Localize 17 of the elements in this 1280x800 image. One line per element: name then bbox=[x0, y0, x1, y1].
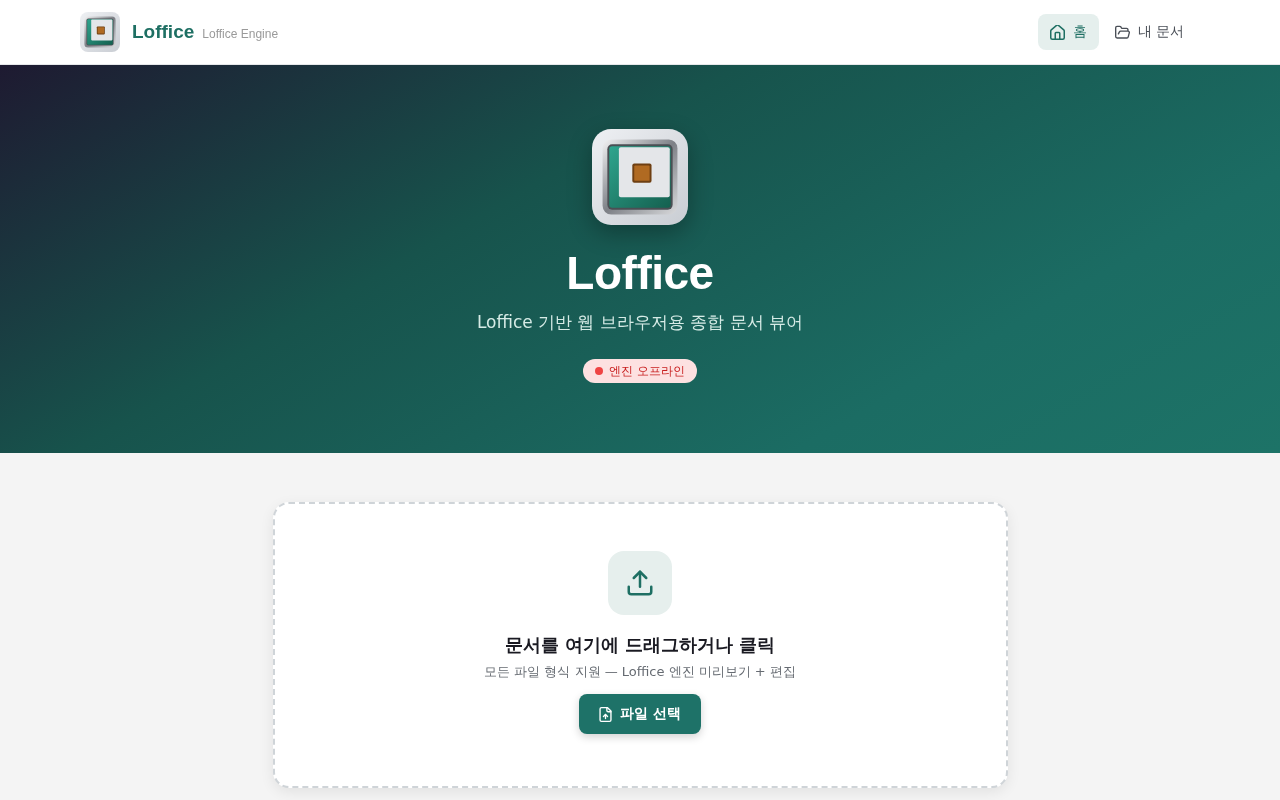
nav-tab[interactable]: 내 문서 bbox=[1102, 14, 1196, 50]
brand-name: Loffice bbox=[132, 21, 195, 43]
drop-title: 문서를 여기에 드래그하거나 클릭 bbox=[504, 633, 776, 657]
upload-icon bbox=[608, 551, 672, 615]
folder-icon bbox=[1114, 24, 1130, 40]
drop-zone[interactable]: 문서를 여기에 드래그하거나 클릭 모든 파일 형식 지원 — Loffice 엔진 미리보기 + 편집 파일 선택 bbox=[272, 502, 1008, 788]
home-icon bbox=[1049, 24, 1065, 40]
brand-subtitle: Loffice Engine bbox=[202, 27, 279, 41]
hero-tagline: Loffice 기반 웹 브라우저용 종합 문서 뷰어 bbox=[476, 311, 804, 334]
status-label: 엔진 오프라인 bbox=[609, 362, 685, 380]
nav-tab[interactable]: 홈 bbox=[1037, 14, 1099, 50]
choose-file-button[interactable]: 파일 선택 bbox=[579, 694, 701, 734]
drop-hint: 모든 파일 형식 지원 — Loffice 엔진 미리보기 + 편집 bbox=[484, 663, 796, 681]
logo-icon bbox=[80, 12, 120, 52]
hero-title: Loffice bbox=[566, 246, 714, 301]
app-logo-icon bbox=[592, 129, 688, 225]
file-upload-icon bbox=[599, 706, 613, 722]
